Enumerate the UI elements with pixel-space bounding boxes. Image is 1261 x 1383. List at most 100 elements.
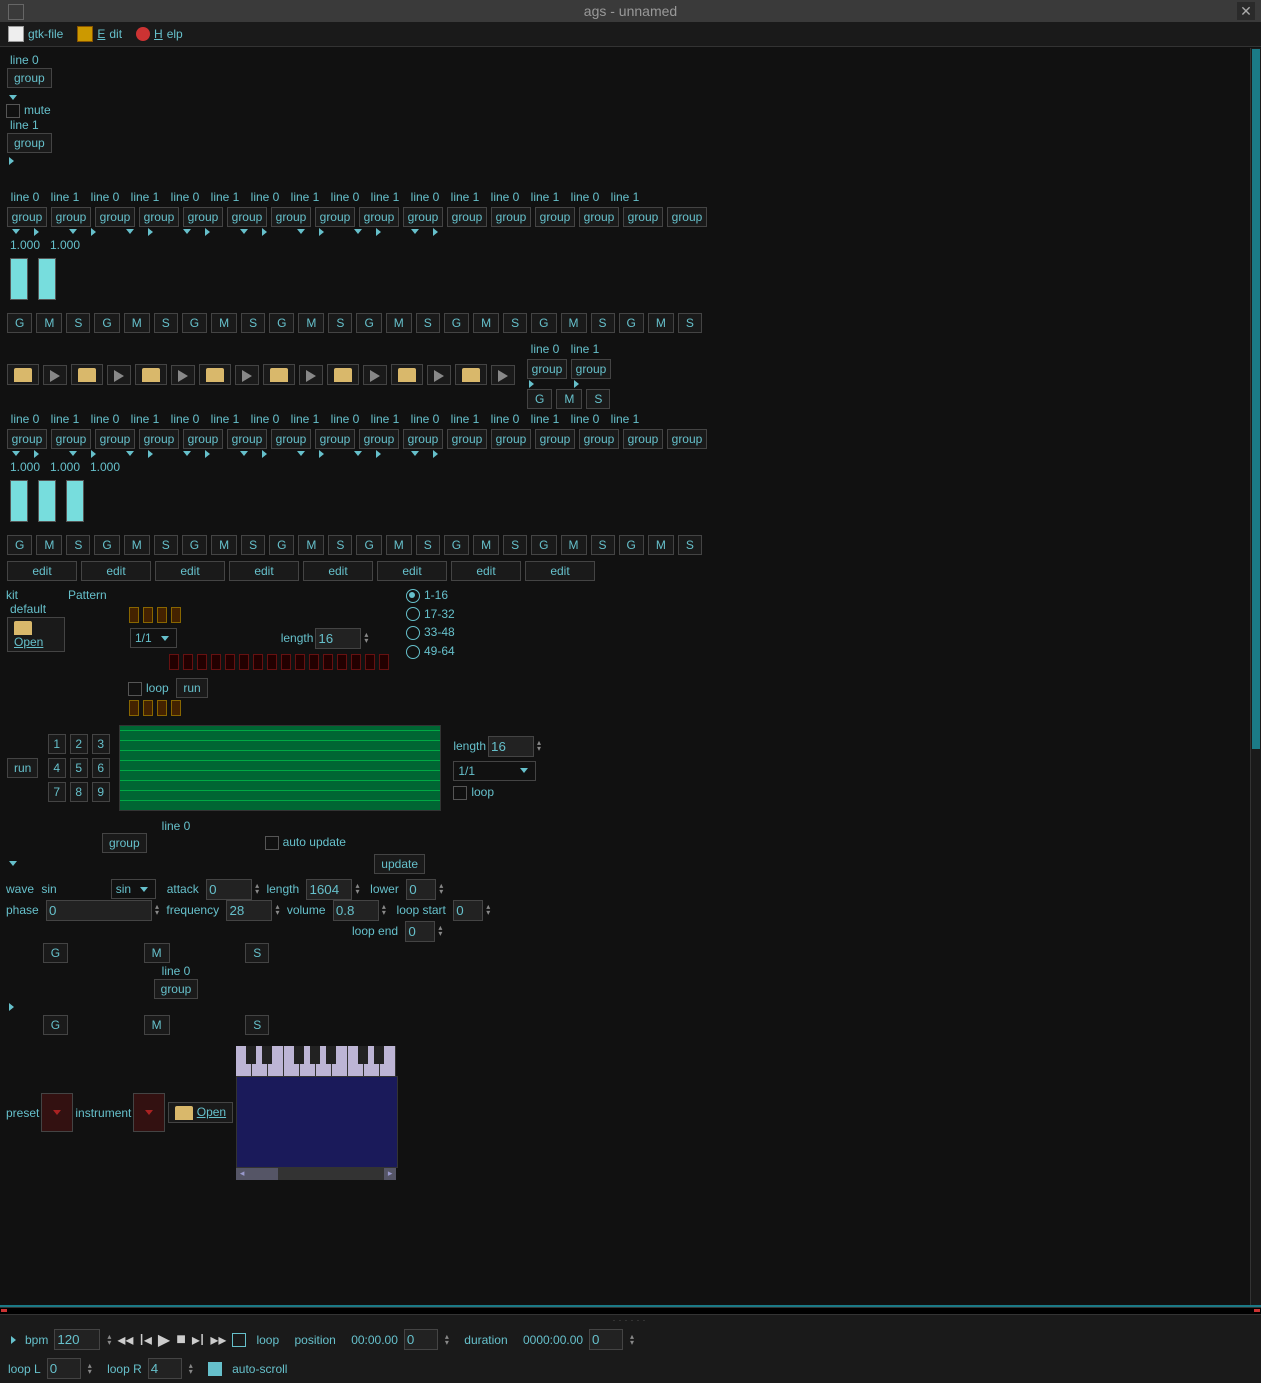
expand-icon[interactable] — [376, 450, 381, 458]
edit-button[interactable]: edit — [377, 561, 447, 581]
run-button[interactable]: run — [7, 758, 38, 778]
expand-icon[interactable] — [91, 450, 96, 458]
expand-icon[interactable] — [34, 450, 39, 458]
group-button[interactable]: group — [139, 429, 179, 449]
pattern-cell[interactable] — [379, 654, 389, 670]
m-button[interactable]: M — [473, 313, 499, 333]
g-button[interactable]: G — [43, 943, 68, 963]
open-button[interactable]: Open — [7, 617, 65, 652]
group-button[interactable]: group — [535, 207, 575, 227]
group-button[interactable]: group — [623, 207, 663, 227]
close-icon[interactable]: ✕ — [1237, 2, 1255, 20]
seq-length-input[interactable] — [488, 736, 534, 757]
seq-num-button[interactable]: 2 — [70, 734, 88, 754]
group-button[interactable]: group — [667, 429, 707, 449]
expand-icon[interactable] — [126, 451, 134, 456]
seq-num-button[interactable]: 1 — [48, 734, 66, 754]
g-button[interactable]: G — [269, 313, 294, 333]
pattern-index[interactable] — [143, 607, 153, 623]
range-radio[interactable] — [406, 607, 420, 621]
s-button[interactable]: S — [245, 1015, 269, 1035]
s-button[interactable]: S — [66, 535, 90, 555]
group-button[interactable]: group — [403, 207, 443, 227]
s-button[interactable]: S — [591, 535, 615, 555]
m-button[interactable]: M — [473, 535, 499, 555]
pattern-cell[interactable] — [267, 654, 277, 670]
s-button[interactable]: S — [241, 535, 265, 555]
edit-button[interactable]: edit — [229, 561, 299, 581]
folder-button[interactable] — [135, 364, 167, 385]
pattern-index[interactable] — [143, 700, 153, 716]
loopend-input[interactable] — [405, 921, 435, 942]
m-button[interactable]: M — [561, 313, 587, 333]
loop-checkbox[interactable] — [128, 682, 142, 696]
mute-checkbox[interactable] — [6, 104, 20, 118]
channel-slider[interactable] — [10, 258, 28, 300]
expand-icon[interactable] — [433, 450, 438, 458]
expand-icon[interactable] — [69, 451, 77, 456]
loopR-input[interactable] — [148, 1358, 182, 1379]
s-button[interactable]: S — [245, 943, 269, 963]
s-button[interactable]: S — [416, 313, 440, 333]
group-button[interactable]: group — [7, 429, 47, 449]
m-button[interactable]: M — [144, 1015, 170, 1035]
m-button[interactable]: M — [648, 313, 674, 333]
menu-file[interactable]: gtk-file — [8, 26, 63, 42]
group-button[interactable]: group — [535, 429, 575, 449]
g-button[interactable]: G — [531, 535, 556, 555]
m-button[interactable]: M — [386, 535, 412, 555]
s-button[interactable]: S — [241, 313, 265, 333]
expand-icon[interactable] — [262, 228, 267, 236]
group-button[interactable]: group — [7, 133, 52, 153]
g-button[interactable]: G — [182, 535, 207, 555]
pattern-cell[interactable] — [183, 654, 193, 670]
pattern-index[interactable] — [157, 607, 167, 623]
g-button[interactable]: G — [182, 313, 207, 333]
wave-combo[interactable]: sin — [111, 879, 156, 899]
expand-icon[interactable] — [69, 229, 77, 234]
group-button[interactable]: group — [447, 429, 487, 449]
s-button[interactable]: S — [154, 313, 178, 333]
seq-time-combo[interactable]: 1/1 — [453, 761, 536, 781]
volume-input[interactable] — [333, 900, 379, 921]
expand-icon[interactable] — [297, 229, 305, 234]
loop-checkbox[interactable] — [232, 1333, 246, 1347]
expand-icon[interactable] — [12, 229, 20, 234]
play-button[interactable] — [43, 365, 67, 385]
vertical-scrollbar[interactable] — [1250, 48, 1261, 1347]
timeline-strip[interactable] — [0, 1307, 1261, 1315]
edit-button[interactable]: edit — [451, 561, 521, 581]
expand-icon[interactable] — [205, 450, 210, 458]
group-button[interactable]: group — [491, 429, 531, 449]
edit-button[interactable]: edit — [81, 561, 151, 581]
g-button[interactable]: G — [444, 313, 469, 333]
folder-button[interactable] — [199, 364, 231, 385]
pattern-index[interactable] — [157, 700, 167, 716]
group-button[interactable]: group — [623, 429, 663, 449]
g-button[interactable]: G — [43, 1015, 68, 1035]
time-combo[interactable]: 1/1 — [130, 628, 177, 648]
m-button[interactable]: M — [144, 943, 170, 963]
seq-num-button[interactable]: 9 — [92, 782, 110, 802]
expand-icon[interactable] — [433, 228, 438, 236]
pattern-index[interactable] — [129, 700, 139, 716]
g-button[interactable]: G — [527, 389, 552, 409]
range-radio[interactable] — [406, 626, 420, 640]
rewind-icon[interactable]: ◂◂ — [117, 1330, 133, 1350]
expand-icon[interactable] — [411, 451, 419, 456]
folder-button[interactable] — [263, 364, 295, 385]
pattern-cell[interactable] — [295, 654, 305, 670]
group-button[interactable]: group — [491, 207, 531, 227]
expand-icon[interactable] — [9, 95, 17, 100]
g-button[interactable]: G — [356, 313, 381, 333]
folder-button[interactable] — [71, 364, 103, 385]
channel-slider[interactable] — [38, 480, 56, 522]
pattern-index[interactable] — [171, 700, 181, 716]
play-button[interactable] — [427, 365, 451, 385]
expand-icon[interactable] — [574, 380, 579, 388]
expand-icon[interactable] — [9, 157, 14, 165]
synth-group-button[interactable]: group — [102, 833, 147, 853]
g-button[interactable]: G — [94, 313, 119, 333]
autoupdate-checkbox[interactable] — [265, 836, 279, 850]
duration-input[interactable] — [589, 1329, 623, 1350]
